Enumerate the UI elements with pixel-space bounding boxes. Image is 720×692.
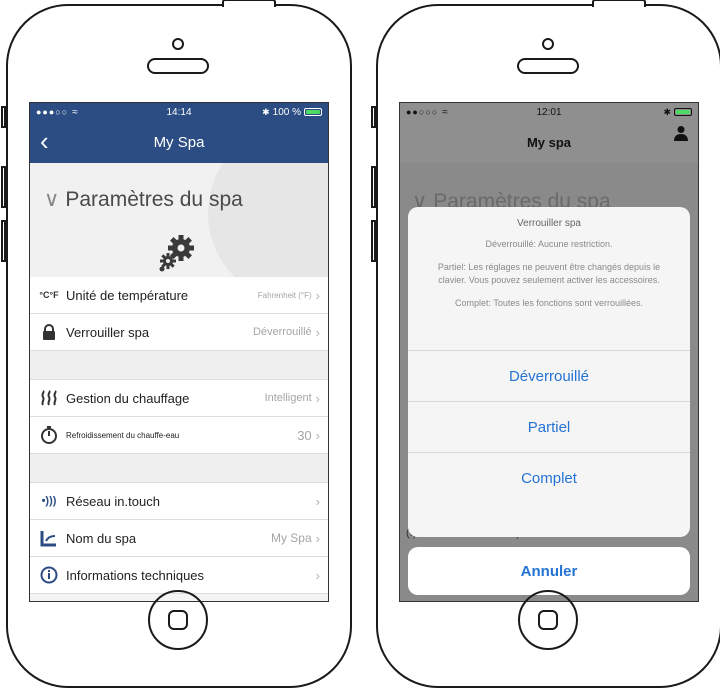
row-heating-management[interactable]: Gestion du chauffage Intelligent › <box>30 380 328 417</box>
lock-icon <box>38 324 60 340</box>
status-bar: ●●●○○ ≈ 14:14 ✱ 100 % <box>30 103 328 121</box>
section-title-text: Paramètres du spa <box>65 188 243 211</box>
row-value: Intelligent <box>264 392 312 404</box>
chevron-right-icon: › <box>315 427 320 443</box>
volume-down-button <box>371 220 376 262</box>
earpiece-speaker <box>147 58 209 74</box>
status-bar: ●●○○○ ≈ 12:01 ✱ <box>400 103 698 121</box>
info-icon <box>38 566 60 584</box>
front-camera <box>542 38 554 50</box>
power-button <box>222 0 276 7</box>
option-unlocked-button[interactable]: Déverrouillé <box>408 351 690 402</box>
cancel-button[interactable]: Annuler <box>408 547 690 595</box>
row-lock-spa[interactable]: Verrouiller spa Déverrouillé › <box>30 314 328 351</box>
front-camera <box>172 38 184 50</box>
gears-icon <box>159 235 194 272</box>
chevron-left-icon[interactable]: ‹ <box>40 128 49 154</box>
chevron-right-icon: › <box>315 390 320 406</box>
wifi-icon: •))) <box>41 495 57 507</box>
row-label: Nom du spa <box>66 530 137 546</box>
row-label: Verrouiller spa <box>66 324 150 340</box>
row-technical-info[interactable]: Informations techniques › <box>30 557 328 594</box>
row-value: Déverrouillé <box>252 326 312 338</box>
timer-icon <box>38 426 60 444</box>
row-value: My Spa <box>270 531 312 545</box>
option-partial-button[interactable]: Partiel <box>408 402 690 453</box>
section-gap <box>30 351 328 380</box>
phone-left: ●●●○○ ≈ 14:14 ✱ 100 % ‹ My Spa ∨ Paramètr… <box>1 0 352 688</box>
section-header: ∨ Paramètres du spa <box>30 163 328 291</box>
option-complete-button[interactable]: Complet <box>408 453 690 503</box>
user-icon[interactable] <box>674 125 688 146</box>
row-temperature-unit[interactable]: °C°F Unité de température Fahrenheit (°F… <box>30 277 328 314</box>
row-value: 30 <box>297 427 312 443</box>
screen-right: ●●○○○ ≈ 12:01 ✱ My spa ∨ Paramètres du s… <box>399 102 699 602</box>
temperature-unit-icon: °C°F <box>39 290 59 300</box>
nav-title: My Spa <box>153 133 205 151</box>
section-title[interactable]: ∨ Paramètres du spa <box>44 187 243 212</box>
row-label: Réseau in.touch <box>66 493 160 509</box>
earpiece-speaker <box>517 58 579 74</box>
row-heater-cooldown[interactable]: Refroidissement du chauffe-eau 30 › <box>30 417 328 454</box>
phone-right: ●●○○○ ≈ 12:01 ✱ My spa ∨ Paramètres du s… <box>371 0 720 688</box>
sheet-line: Complet: Toutes les fonctions sont verro… <box>455 298 643 308</box>
nav-bar: ●●○○○ ≈ 12:01 ✱ My spa <box>400 103 698 163</box>
section-gap <box>30 454 328 483</box>
chevron-right-icon: › <box>315 530 320 546</box>
power-button <box>592 0 646 7</box>
battery-icon <box>674 108 692 116</box>
row-spa-name[interactable]: Nom du spa My Spa › <box>30 520 328 557</box>
chevron-right-icon: › <box>315 287 320 303</box>
row-label: Refroidissement du chauffe-eau <box>66 430 180 440</box>
volume-up-button <box>371 166 376 208</box>
screen-left: ●●●○○ ≈ 14:14 ✱ 100 % ‹ My Spa ∨ Paramètr… <box>29 102 329 602</box>
mute-switch <box>371 106 376 128</box>
spa-name-icon <box>38 529 60 547</box>
lock-action-sheet: Verrouiller spa Déverrouillé: Aucune res… <box>408 207 690 537</box>
heating-icon <box>38 390 60 406</box>
mute-switch <box>1 106 6 128</box>
clock: 12:01 <box>536 106 562 118</box>
sheet-message: Verrouiller spa Déverrouillé: Aucune res… <box>408 207 690 351</box>
chevron-right-icon: › <box>315 493 320 509</box>
sheet-line: Partiel: Les réglages ne peuvent être ch… <box>437 262 661 285</box>
sheet-title: Verrouiller spa <box>517 218 581 229</box>
chevron-right-icon: › <box>315 567 320 583</box>
clock: 14:14 <box>166 106 192 118</box>
volume-up-button <box>1 166 6 208</box>
nav-bar: ●●●○○ ≈ 14:14 ✱ 100 % ‹ My Spa <box>30 103 328 163</box>
sheet-line: Déverrouillé: Aucune restriction. <box>485 239 613 249</box>
battery-icon <box>304 108 322 116</box>
chevron-right-icon: › <box>315 324 320 340</box>
home-button[interactable] <box>148 590 208 650</box>
chevron-down-icon: ∨ <box>44 188 60 211</box>
home-button[interactable] <box>518 590 578 650</box>
row-label: Gestion du chauffage <box>66 390 190 406</box>
row-label: Informations techniques <box>66 567 205 583</box>
volume-down-button <box>1 220 6 262</box>
row-intouch-network[interactable]: •))) Réseau in.touch › <box>30 483 328 520</box>
nav-title: My spa <box>526 134 572 150</box>
row-label: Unité de température <box>66 287 189 303</box>
row-value: Fahrenheit (°F) <box>257 290 312 300</box>
settings-list: °C°F Unité de température Fahrenheit (°F… <box>30 277 328 594</box>
